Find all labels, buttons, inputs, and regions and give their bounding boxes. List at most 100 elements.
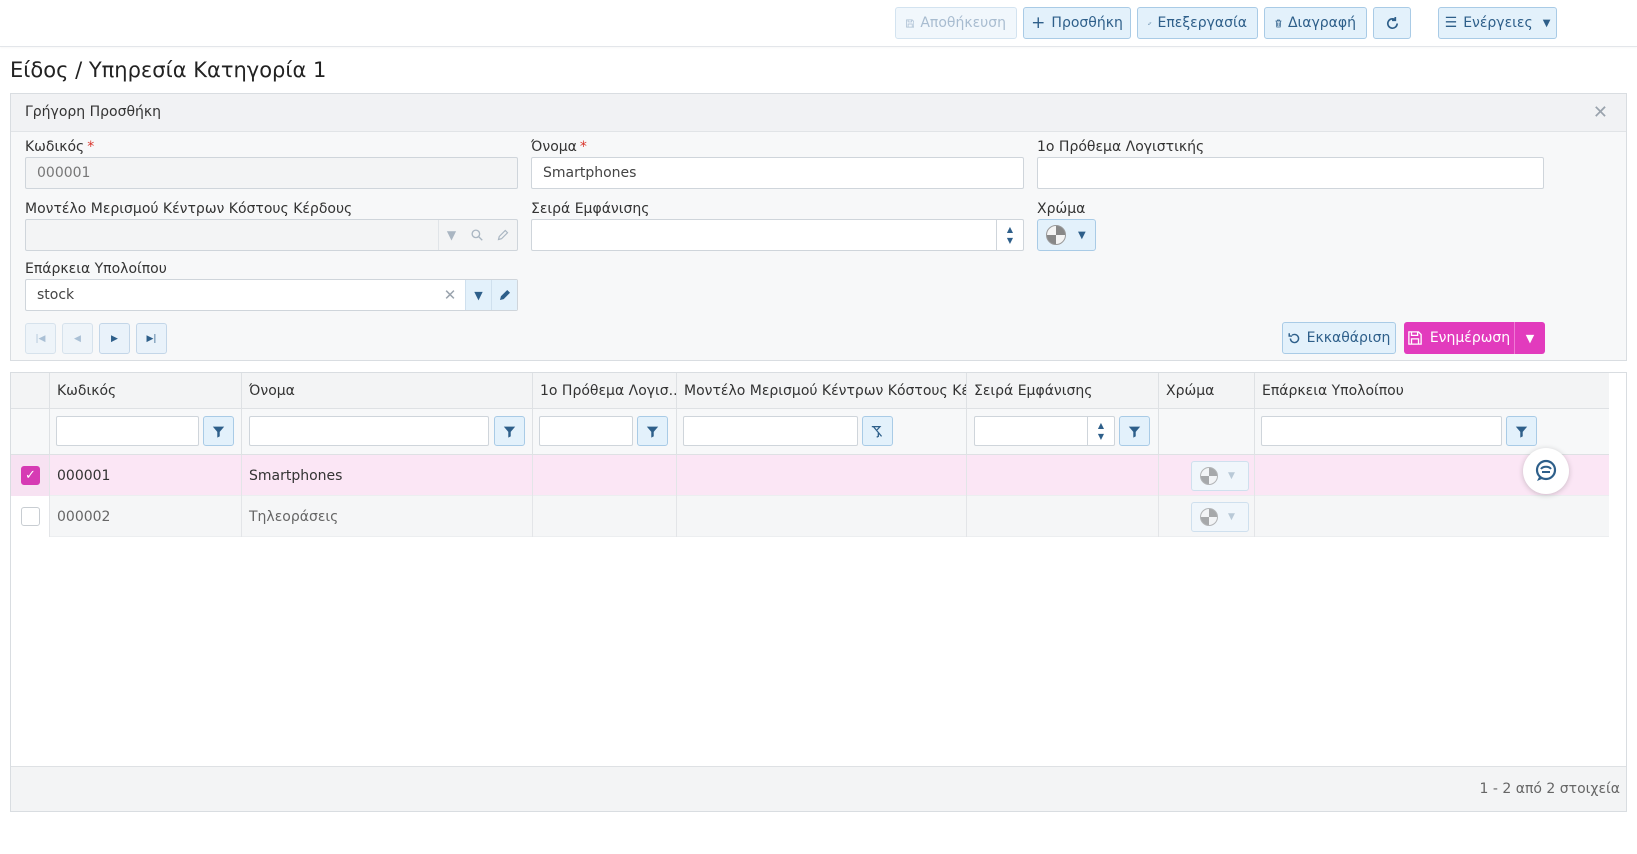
grid-filter-row: ▲ ▼ — [11, 409, 1609, 455]
menu-icon: ☰ — [1444, 15, 1458, 31]
filter-order-spinner[interactable]: ▲ ▼ — [1087, 417, 1114, 445]
filter-name-input[interactable] — [249, 416, 489, 446]
clear-button[interactable]: Εκκαθάριση — [1282, 322, 1396, 354]
top-toolbar: Αποθήκευση + Προσθήκη Επεξεργασία Διαγρα… — [0, 0, 1637, 47]
clear-icon[interactable]: ✕ — [437, 280, 463, 310]
update-button[interactable]: Ενημέρωση — [1404, 322, 1515, 354]
arrow-down-icon[interactable]: ▼ — [1098, 431, 1104, 442]
quick-add-title: Γρήγορη Προσθήκη — [25, 104, 162, 120]
delete-button-label: Διαγραφή — [1287, 15, 1356, 31]
row-checkbox-checked[interactable]: ✓ — [21, 466, 40, 485]
filter-cell-select — [11, 409, 50, 455]
save-button[interactable]: Αποθήκευση — [895, 7, 1017, 39]
chat-icon — [1535, 459, 1557, 481]
table-row[interactable]: ✓ 000001 Smartphones ▼ — [11, 455, 1609, 496]
model-select[interactable]: ▼ — [25, 219, 518, 251]
filter-cell-name — [242, 409, 533, 455]
column-header-prefix[interactable]: 1ο Πρόθεμα Λογισ... — [533, 373, 677, 409]
add-button[interactable]: + Προσθήκη — [1023, 7, 1131, 39]
undo-icon — [1288, 332, 1299, 343]
caret-down-icon[interactable]: ▼ — [438, 220, 464, 250]
column-header-code[interactable]: Κωδικός — [50, 373, 242, 409]
filter-icon[interactable] — [494, 416, 525, 446]
previous-record-button[interactable]: ◀ — [62, 323, 93, 354]
order-spinner[interactable]: ▲ ▼ — [996, 220, 1023, 250]
name-input-value: Smartphones — [543, 165, 637, 181]
chat-assistant-button[interactable] — [1523, 448, 1569, 494]
filter-prefix-input[interactable] — [539, 416, 633, 446]
row-select-cell: ✓ — [11, 455, 50, 496]
trash-icon — [1275, 19, 1282, 27]
code-input[interactable]: 000001 — [25, 157, 518, 189]
column-header-balance[interactable]: Επάρκεια Υπολοίπου — [1255, 373, 1545, 409]
cell-balance — [1255, 496, 1545, 537]
actions-menu-button[interactable]: ☰ Ενέργειες ▼ — [1438, 7, 1557, 39]
filter-clear-icon[interactable] — [862, 416, 893, 446]
update-button-group: Ενημέρωση ▼ — [1404, 322, 1545, 354]
cell-name: Τηλεοράσεις — [242, 496, 533, 537]
filter-cell-model — [677, 409, 967, 455]
model-label: Μοντέλο Μερισμού Κέντρων Κόστους Κέρδους — [25, 201, 353, 217]
column-header-order[interactable]: Σειρά Εμφάνισης — [967, 373, 1159, 409]
arrow-up-icon[interactable]: ▲ — [1098, 420, 1104, 431]
clear-button-label: Εκκαθάριση — [1306, 330, 1391, 346]
filter-icon[interactable] — [637, 416, 668, 446]
pencil-icon[interactable] — [491, 280, 517, 310]
filter-model-input[interactable] — [683, 416, 858, 446]
filter-code-input[interactable] — [56, 416, 199, 446]
pencil-icon[interactable] — [490, 220, 516, 250]
next-record-button[interactable]: ▶ — [99, 323, 130, 354]
color-swatch-icon — [1046, 225, 1066, 245]
first-record-button[interactable]: |◀ — [25, 323, 56, 354]
color-swatch-icon — [1200, 508, 1218, 526]
filter-balance-input[interactable] — [1261, 416, 1502, 446]
last-record-button[interactable]: ▶| — [136, 323, 167, 354]
color-picker[interactable]: ▼ — [1037, 219, 1096, 251]
update-dropdown-toggle[interactable]: ▼ — [1515, 332, 1545, 345]
search-icon[interactable] — [464, 220, 490, 250]
grid-footer: 1 - 2 από 2 στοιχεία — [11, 766, 1626, 811]
balance-label: Επάρκεια Υπολοίπου — [25, 261, 167, 277]
column-header-name[interactable]: Όνομα — [242, 373, 533, 409]
plus-icon: + — [1031, 13, 1046, 33]
cell-code: 000001 — [50, 455, 242, 496]
filter-icon[interactable] — [1506, 416, 1537, 446]
cell-order — [967, 455, 1159, 496]
close-icon[interactable]: ✕ — [1593, 102, 1608, 123]
required-mark: * — [579, 139, 587, 155]
prefix-input[interactable] — [1037, 157, 1544, 189]
refresh-button[interactable] — [1373, 7, 1411, 39]
name-input[interactable]: Smartphones — [531, 157, 1024, 189]
filter-icon[interactable] — [203, 416, 234, 446]
cell-order — [967, 496, 1159, 537]
delete-button[interactable]: Διαγραφή — [1264, 7, 1367, 39]
caret-down-icon: ▼ — [1228, 471, 1235, 481]
page-title: Είδος / Υπηρεσία Κατηγορία 1 — [10, 58, 327, 82]
actions-menu-label: Ενέργειες — [1463, 15, 1533, 31]
edit-button-label: Επεξεργασία — [1157, 15, 1247, 31]
pencil-icon — [1148, 21, 1152, 25]
filter-order-input[interactable]: ▲ ▼ — [974, 416, 1115, 446]
order-label: Σειρά Εμφάνισης — [531, 201, 650, 217]
row-color-picker[interactable]: ▼ — [1191, 502, 1249, 532]
column-header-color[interactable]: Χρώμα — [1159, 373, 1255, 409]
filter-icon[interactable] — [1119, 416, 1150, 446]
refresh-icon — [1386, 16, 1398, 29]
name-label-text: Όνομα — [531, 139, 577, 155]
order-input[interactable]: ▲ ▼ — [531, 219, 1024, 251]
arrow-down-icon[interactable]: ▼ — [1007, 235, 1013, 246]
column-header-model[interactable]: Μοντέλο Μερισμού Κέντρων Κόστους Κέρ... — [677, 373, 967, 409]
quick-add-panel: Γρήγορη Προσθήκη ✕ Κωδικός * 000001 Όνομα… — [10, 93, 1627, 361]
add-button-label: Προσθήκη — [1051, 15, 1123, 31]
row-checkbox[interactable] — [21, 507, 40, 526]
select-all-column[interactable] — [11, 373, 50, 409]
row-color-picker[interactable]: ▼ — [1191, 461, 1249, 491]
edit-button[interactable]: Επεξεργασία — [1137, 7, 1258, 39]
filter-cell-prefix — [533, 409, 677, 455]
caret-down-icon[interactable]: ▼ — [465, 280, 491, 310]
caret-down-icon: ▼ — [1228, 512, 1235, 522]
arrow-up-icon[interactable]: ▲ — [1007, 224, 1013, 235]
cell-code: 000002 — [50, 496, 242, 537]
balance-select[interactable]: stock ✕ ▼ — [25, 279, 518, 311]
table-row[interactable]: 000002 Τηλεοράσεις ▼ — [11, 496, 1609, 537]
